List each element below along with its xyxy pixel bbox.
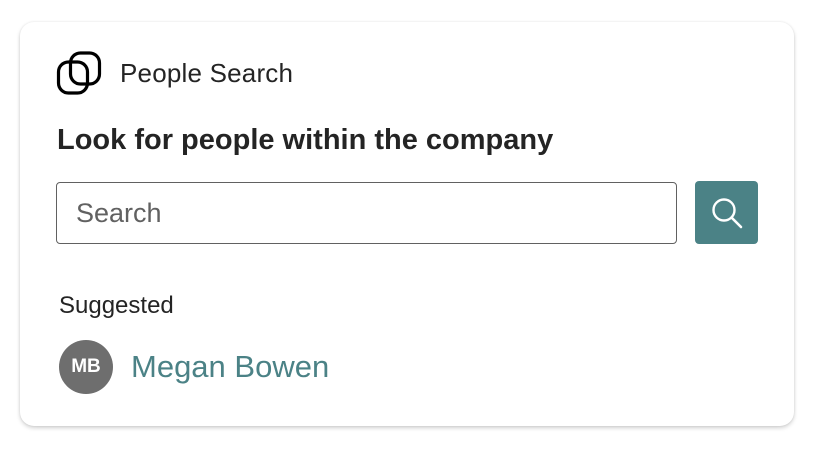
linked-loops-logo-icon [56,50,102,96]
suggested-person-item[interactable]: MB Megan Bowen [59,340,329,394]
search-button[interactable] [695,181,758,244]
search-input[interactable] [56,182,677,244]
page-heading: Look for people within the company [57,124,554,156]
people-search-card: People Search Look for people within the… [20,22,794,426]
card-header: People Search [56,50,293,96]
person-name-link[interactable]: Megan Bowen [131,349,329,385]
suggested-label: Suggested [59,292,174,319]
search-icon [710,196,744,230]
app-title: People Search [120,57,294,88]
avatar: MB [59,340,113,394]
